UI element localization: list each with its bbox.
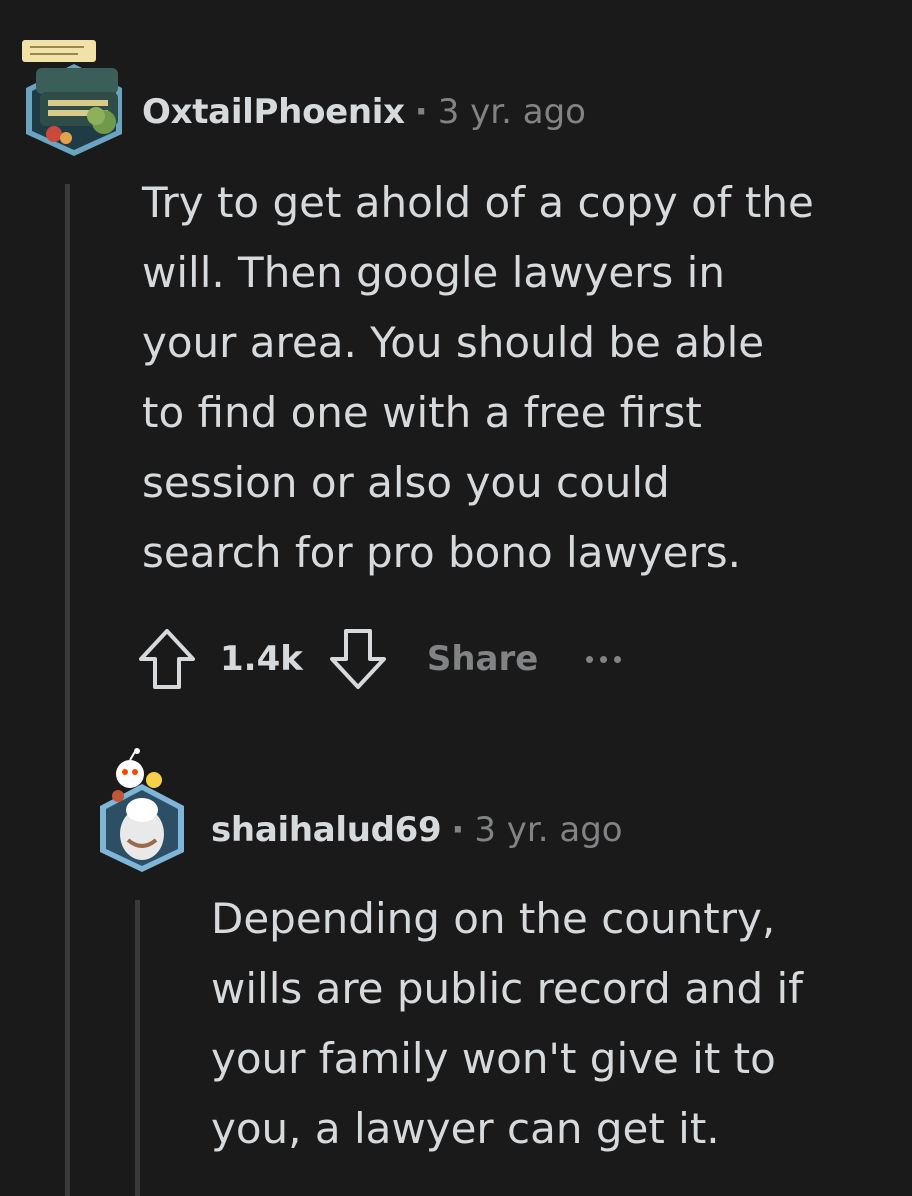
- body-line: Depending on the country,: [211, 894, 776, 943]
- more-dots-icon[interactable]: [586, 655, 622, 663]
- comment-1-meta: OxtailPhoenix · 3 yr. ago: [142, 92, 586, 132]
- body-line: your area. You should be able: [142, 318, 765, 367]
- body-line: Try to get ahold of a copy of the: [142, 178, 814, 227]
- vote-count: 1.4k: [220, 639, 303, 679]
- body-line: will. Then google lawyers in: [142, 248, 725, 297]
- downvote-arrow-icon[interactable]: [327, 626, 389, 692]
- body-line: session or also you could: [142, 458, 670, 507]
- body-line: your family won't give it to: [211, 1034, 776, 1083]
- snoo-avatar-icon[interactable]: [94, 748, 190, 872]
- timestamp[interactable]: 3 yr. ago: [474, 810, 622, 850]
- body-line: wills are public record and if: [211, 964, 803, 1013]
- comment-1-actions: 1.4k Share: [136, 624, 622, 694]
- typewriter-avatar-icon[interactable]: [14, 34, 134, 156]
- comment-2-meta: shaihalud69 · 3 yr. ago: [211, 810, 623, 850]
- comment-2-body: Depending on the country, wills are publ…: [211, 884, 901, 1164]
- body-line: search for pro bono lawyers.: [142, 528, 741, 577]
- share-button[interactable]: Share: [427, 639, 538, 679]
- timestamp[interactable]: 3 yr. ago: [438, 92, 586, 132]
- thread-line-2[interactable]: [135, 900, 140, 1196]
- username[interactable]: OxtailPhoenix: [142, 92, 405, 132]
- meta-separator: ·: [451, 810, 465, 850]
- upvote-arrow-icon[interactable]: [136, 626, 198, 692]
- meta-separator: ·: [414, 92, 428, 132]
- body-line: you, a lawyer can get it.: [211, 1104, 720, 1153]
- body-line: to find one with a free first: [142, 388, 702, 437]
- thread-line-1[interactable]: [65, 184, 70, 1196]
- comment-1-body: Try to get ahold of a copy of the will. …: [142, 168, 882, 588]
- username[interactable]: shaihalud69: [211, 810, 442, 850]
